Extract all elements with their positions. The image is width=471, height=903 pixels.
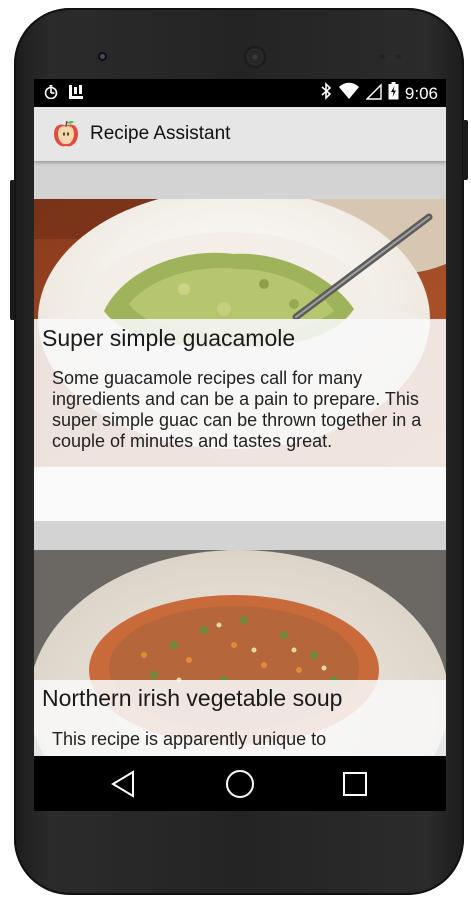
clock: 9:06: [404, 83, 438, 103]
recipe-description: This recipe is apparently unique to: [52, 729, 327, 749]
recipe-list: Super simple guacamole Some guacamole re…: [34, 161, 446, 756]
home-icon[interactable]: [224, 768, 256, 800]
timer-icon: [44, 85, 58, 104]
signal-icon: [365, 82, 382, 105]
proximity-sensor: [380, 54, 385, 59]
back-icon[interactable]: [108, 768, 140, 800]
bluetooth-icon: [320, 82, 332, 105]
screen: 9:06 Recipe Assistant Super simple guaca…: [34, 79, 446, 811]
wifi-icon: [338, 82, 360, 105]
recipe-card[interactable]: Super simple guacamole Some guacamole re…: [34, 199, 446, 521]
status-bar: 9:06: [34, 79, 446, 107]
power-button: [463, 120, 468, 180]
speaker-grille: [244, 46, 266, 68]
front-camera: [98, 52, 107, 61]
recipe-card[interactable]: Northern irish vegetable soup This recip…: [34, 550, 446, 756]
battery-icon: [388, 82, 399, 105]
recents-icon[interactable]: [339, 768, 371, 800]
app-title: Recipe Assistant: [90, 123, 231, 144]
volume-button: [10, 180, 15, 320]
light-sensor: [396, 54, 401, 59]
app-bar: Recipe Assistant: [34, 107, 446, 161]
recipe-title: Northern irish vegetable soup: [42, 685, 343, 711]
navigation-bar: [34, 756, 446, 811]
recipe-title: Super simple guacamole: [42, 325, 296, 351]
recipe-description: Some guacamole recipes call for many ing…: [52, 368, 422, 451]
app-notification-icon: [68, 84, 84, 105]
apple-icon: [52, 120, 80, 148]
